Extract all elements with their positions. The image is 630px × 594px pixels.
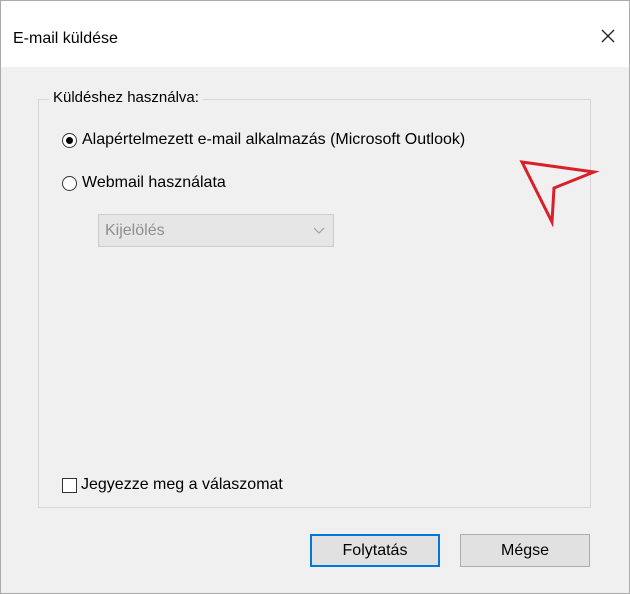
remember-answer-label: Jegyezze meg a válaszomat [81, 476, 283, 493]
close-icon [601, 29, 615, 43]
webmail-select-value: Kijelölés [105, 221, 165, 239]
continue-button[interactable]: Folytatás [310, 534, 440, 567]
remember-answer-checkbox[interactable] [62, 477, 77, 493]
radio-default-email-app-label: Alapértelmezett e-mail alkalmazás (Micro… [82, 131, 466, 148]
close-button[interactable] [593, 21, 623, 51]
webmail-select[interactable]: Kijelölés [98, 214, 334, 247]
radio-webmail-label: Webmail használata [82, 174, 226, 191]
radio-button-checked[interactable] [62, 132, 77, 148]
title-bar: E-mail küldése [1, 1, 629, 67]
send-method-group-label: Küldéshez használva: [49, 88, 203, 108]
radio-default-email-app[interactable]: Alapértelmezett e-mail alkalmazás (Micro… [62, 131, 465, 149]
radio-webmail[interactable]: Webmail használata [62, 174, 226, 192]
cancel-button[interactable]: Mégse [460, 534, 590, 567]
dialog-title: E-mail küldése [13, 30, 118, 47]
radio-button-unchecked[interactable] [62, 175, 77, 191]
annotation-arrow-icon [519, 160, 600, 228]
chevron-down-icon [304, 215, 333, 246]
send-method-group [38, 99, 591, 508]
remember-answer-checkbox-row[interactable]: Jegyezze meg a válaszomat [62, 476, 283, 494]
